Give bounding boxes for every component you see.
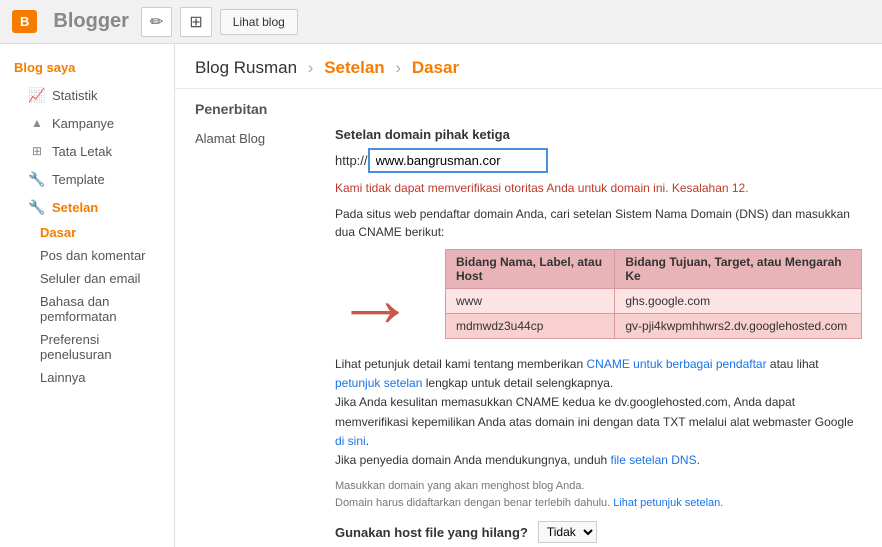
cname-link[interactable]: CNAME untuk berbagai pendaftar [586, 357, 766, 371]
sidebar-item-statistik[interactable]: 📈 Statistik [0, 81, 174, 109]
host-row: Gunakan host file yang hilang? Tidak [335, 521, 862, 543]
arrow-section: → Bidang Nama, Label, atau Host Bidang T… [335, 249, 862, 349]
table-cell-col1-row1: www [446, 289, 615, 314]
blogger-wordmark: Blogger [53, 10, 129, 33]
info-text: Pada situs web pendaftar domain Anda, ca… [335, 205, 862, 241]
host-label: Gunakan host file yang hilang? [335, 525, 528, 540]
domain-title: Setelan domain pihak ketiga [335, 127, 862, 142]
dns-table: Bidang Nama, Label, atau Host Bidang Tuj… [445, 249, 862, 339]
sidebar-subitem-preferensi[interactable]: Preferensi penelusuran [0, 328, 174, 366]
sidebar-item-kampanye-label: Kampanye [52, 116, 114, 131]
detail-text4: Jika Anda kesulitan memasukkan CNAME ked… [335, 395, 854, 428]
sidebar-subitem-lainnya[interactable]: Lainnya [0, 366, 174, 389]
sidebar-item-kampanye[interactable]: ▲ Kampanye [0, 109, 174, 137]
small-note: Masukkan domain yang akan menghost blog … [335, 478, 862, 511]
penerbitan-header: Penerbitan [195, 101, 862, 117]
sidebar-item-template-label: Template [52, 172, 105, 187]
kampanye-icon: ▲ [28, 114, 46, 132]
tata-letak-icon: ⊞ [28, 142, 46, 160]
template-icon: 🔧 [28, 170, 46, 188]
url-row: http:// [335, 148, 862, 173]
form-content: Setelan domain pihak ketiga http:// Kami… [335, 127, 862, 547]
main-content: Penerbitan Alamat Blog Setelan domain pi… [175, 89, 882, 547]
sidebar-subitem-pos[interactable]: Pos dan komentar [0, 244, 174, 267]
breadcrumb-sep2: › [395, 58, 401, 77]
table-cell-col2-row1: ghs.google.com [615, 289, 862, 314]
edit-button[interactable]: ✏ [141, 7, 172, 37]
sidebar-subitem-bahasa[interactable]: Bahasa dan pemformatan [0, 290, 174, 328]
sidebar-subitem-seluler[interactable]: Seluler dan email [0, 267, 174, 290]
file-link[interactable]: file setelan DNS [611, 453, 697, 467]
table-header-1: Bidang Nama, Label, atau Host [446, 250, 615, 289]
breadcrumb-current: Dasar [412, 58, 459, 77]
breadcrumb-blog-name: Blog Rusman [195, 58, 297, 77]
sidebar-item-template[interactable]: 🔧 Template [0, 165, 174, 193]
main-layout: Blog saya 📈 Statistik ▲ Kampanye ⊞ Tata … [0, 44, 882, 547]
detail-text2: atau lihat [767, 357, 819, 371]
blog-saya-title[interactable]: Blog saya [0, 54, 174, 81]
petunjuk-link[interactable]: petunjuk setelan [335, 376, 422, 390]
lihat-blog-button[interactable]: Lihat blog [220, 9, 298, 35]
alamat-blog-row: Alamat Blog Setelan domain pihak ketiga … [195, 127, 862, 547]
table-container: Bidang Nama, Label, atau Host Bidang Tuj… [445, 249, 862, 349]
toolbar: B Blogger ✏ ⊞ Lihat blog [0, 0, 882, 44]
blogger-logo: B [12, 10, 37, 33]
detail-text5: . [366, 434, 369, 448]
alamat-blog-label: Alamat Blog [195, 127, 315, 547]
detail-text3: lengkap untuk detail selengkapnya. [422, 376, 613, 390]
sidebar-item-setelan[interactable]: 🔧 Setelan [0, 193, 174, 221]
url-input[interactable] [368, 148, 548, 173]
host-select[interactable]: Tidak [538, 521, 597, 543]
sidebar-item-tata-letak[interactable]: ⊞ Tata Letak [0, 137, 174, 165]
detail-text6: Jika penyedia domain Anda mendukungnya, … [335, 453, 611, 467]
breadcrumb: Blog Rusman › Setelan › Dasar [175, 44, 882, 89]
table-cell-col1-row2: mdmwdz3u44cp [446, 314, 615, 339]
statistik-icon: 📈 [28, 86, 46, 104]
content-area: Blog Rusman › Setelan › Dasar Penerbitan… [175, 44, 882, 547]
sidebar-item-tata-letak-label: Tata Letak [52, 144, 112, 159]
small-link[interactable]: Lihat petunjuk setelan. [613, 497, 723, 509]
small-text1: Masukkan domain yang akan menghost blog … [335, 480, 585, 492]
table-cell-col2-row2: gv-pji4kwpmhhwrs2.dv.googlehosted.com [615, 314, 862, 339]
detail-text7: . [697, 453, 700, 467]
table-header-2: Bidang Tujuan, Target, atau Mengarah Ke [615, 250, 862, 289]
view-button[interactable]: ⊞ [180, 7, 211, 37]
detail-info: Lihat petunjuk detail kami tentang membe… [335, 355, 862, 470]
detail-text1: Lihat petunjuk detail kami tentang membe… [335, 357, 586, 371]
table-row: mdmwdz3u44cp gv-pji4kwpmhhwrs2.dv.google… [446, 314, 862, 339]
sidebar-item-setelan-label: Setelan [52, 200, 98, 215]
setelan-icon: 🔧 [28, 198, 46, 216]
small-text2: Domain harus didaftarkan dengan benar te… [335, 497, 613, 509]
url-prefix: http:// [335, 153, 368, 168]
breadcrumb-section[interactable]: Setelan [324, 58, 384, 77]
sidebar-item-statistik-label: Statistik [52, 88, 98, 103]
sidebar-subitem-dasar[interactable]: Dasar [0, 221, 174, 244]
arrow-icon: → [335, 259, 415, 339]
di-sini-link[interactable]: di sini [335, 434, 366, 448]
table-row: www ghs.google.com [446, 289, 862, 314]
breadcrumb-sep1: › [308, 58, 314, 77]
error-message: Kami tidak dapat memverifikasi otoritas … [335, 179, 862, 197]
sidebar: Blog saya 📈 Statistik ▲ Kampanye ⊞ Tata … [0, 44, 175, 547]
